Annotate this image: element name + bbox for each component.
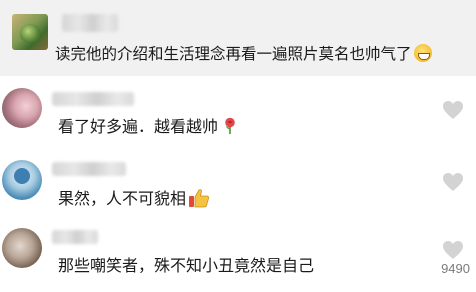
comment-author-name-blurred xyxy=(52,92,134,106)
thumbs-up-icon xyxy=(189,189,210,208)
rose-icon xyxy=(225,117,235,134)
post-text: 读完他的介绍和生活理念再看一遍照片莫名也帅气了 xyxy=(55,44,432,64)
like-heart-icon[interactable] xyxy=(442,172,464,192)
post-avatar[interactable] xyxy=(12,14,48,50)
comment-text-content: 果然，人不可貌相 xyxy=(58,189,187,208)
avatar[interactable] xyxy=(2,228,42,268)
comment-author-name-blurred xyxy=(52,162,126,176)
like-heart-icon[interactable] xyxy=(442,100,464,120)
comment-text: 那些嘲笑者，殊不知小丑竟然是自己 xyxy=(58,256,314,276)
avatar[interactable] xyxy=(2,160,42,200)
comment-text-content: 那些嘲笑者，殊不知小丑竟然是自己 xyxy=(58,256,315,275)
comment-item: 看了好多遍．越看越帅 xyxy=(0,80,476,150)
comment-item: 果然，人不可貌相 xyxy=(0,152,476,222)
comment-text: 果然，人不可貌相 xyxy=(58,188,210,209)
comment-item: 那些嘲笑者，殊不知小丑竟然是自己 xyxy=(0,222,476,292)
comment-author-name-blurred xyxy=(52,230,98,244)
comment-text-content: 看了好多遍．越看越帅 xyxy=(58,117,219,136)
post-card: 读完他的介绍和生活理念再看一遍照片莫名也帅气了 xyxy=(0,0,476,76)
count-label: 9490 xyxy=(441,261,470,276)
post-author-name-blurred xyxy=(62,14,118,32)
grinning-face-icon xyxy=(413,44,432,62)
like-heart-icon[interactable] xyxy=(442,240,464,260)
post-text-content: 读完他的介绍和生活理念再看一遍照片莫名也帅气了 xyxy=(55,45,412,63)
comment-text: 看了好多遍．越看越帅 xyxy=(58,117,238,137)
avatar[interactable] xyxy=(2,88,42,128)
